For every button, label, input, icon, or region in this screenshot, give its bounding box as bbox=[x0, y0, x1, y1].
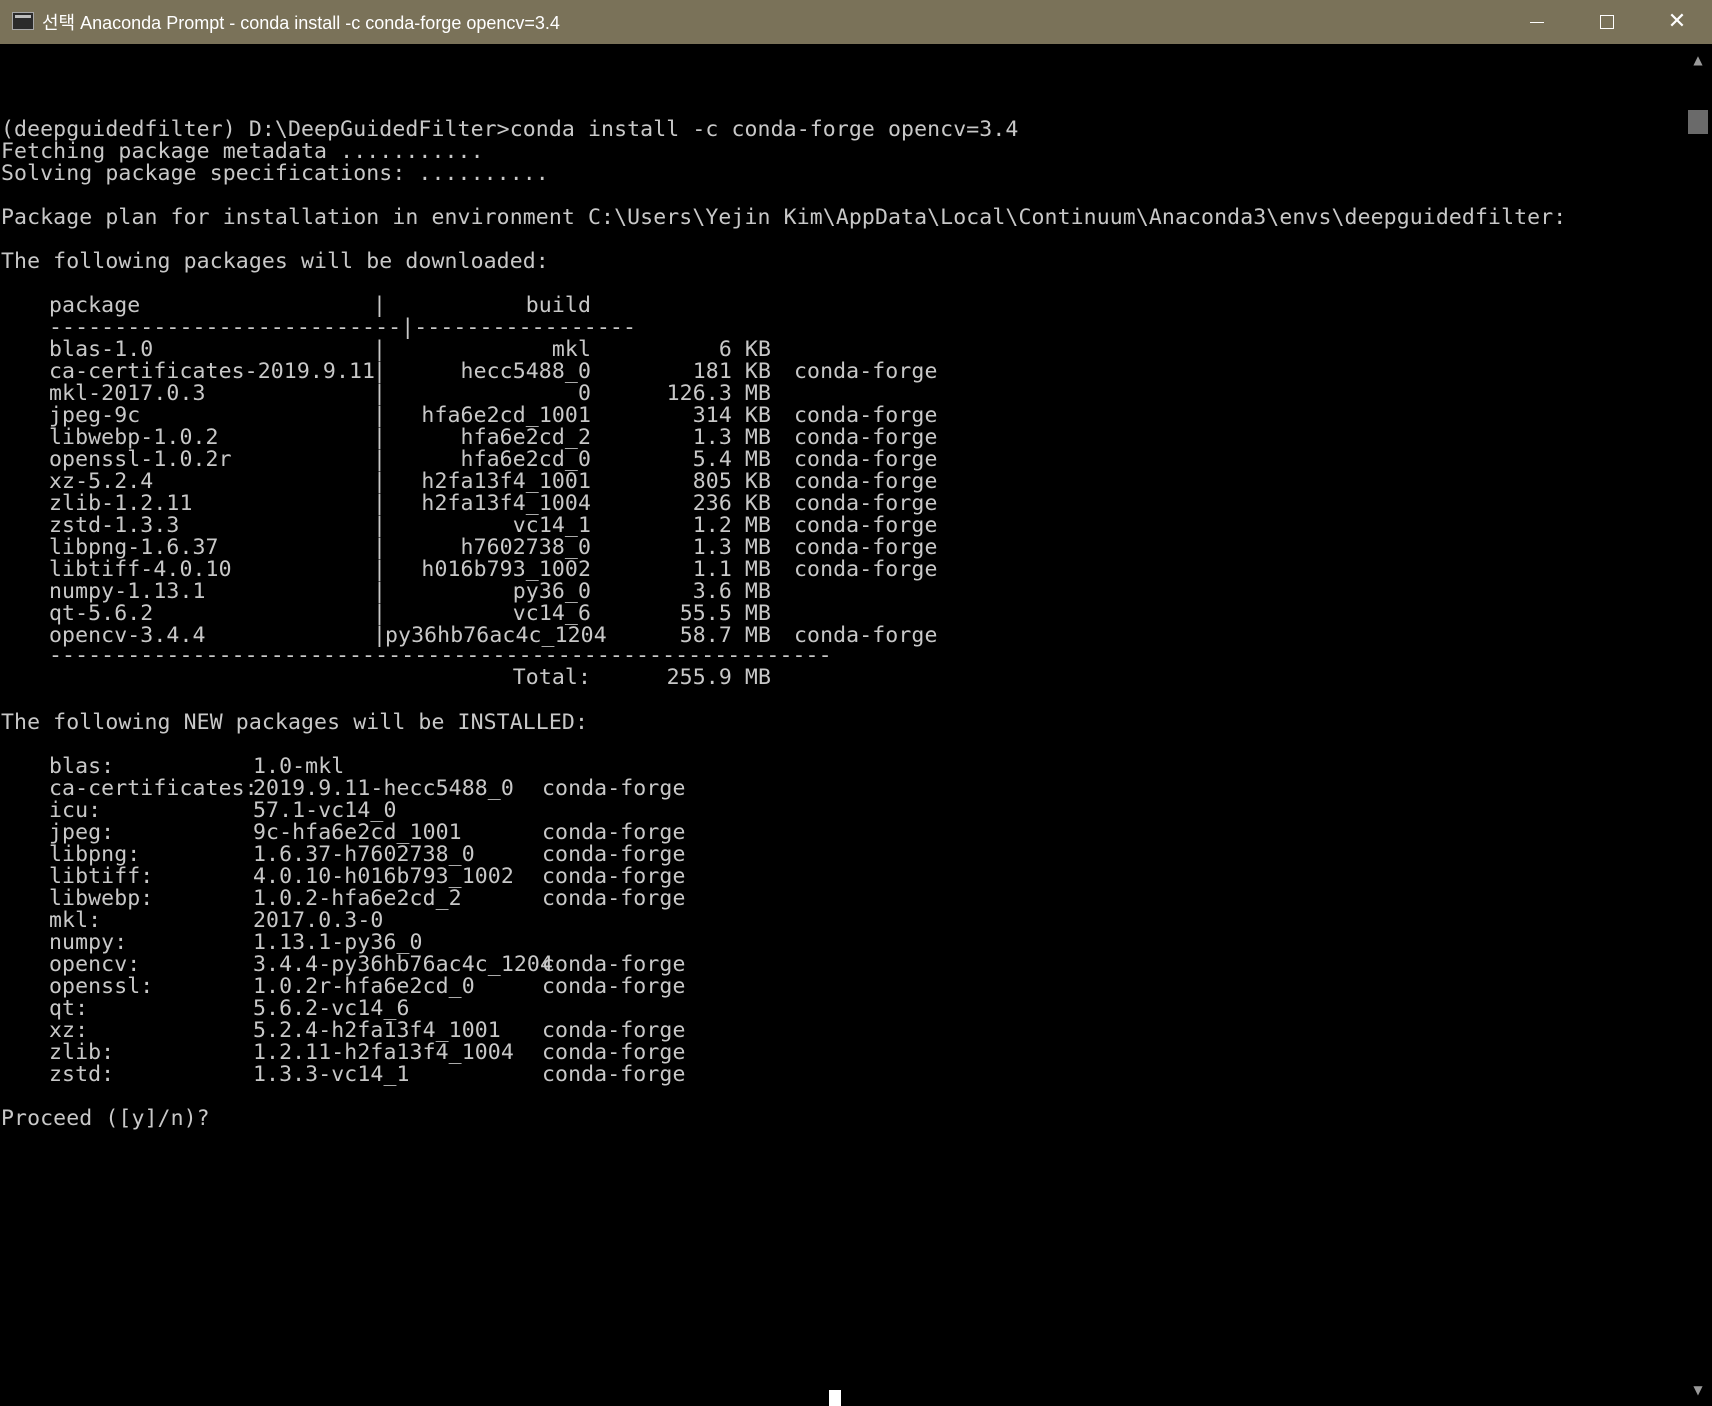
install-channel: conda-forge bbox=[542, 974, 686, 999]
install-channel: conda-forge bbox=[542, 886, 686, 911]
package-plan-line: Package plan for installation in environ… bbox=[1, 205, 1567, 230]
total-row: Total: 255.9 MB bbox=[1, 666, 901, 690]
download-build: hecc5488_0 bbox=[460, 359, 591, 384]
minimize-button[interactable] bbox=[1502, 0, 1572, 44]
terminal-icon bbox=[12, 12, 34, 30]
install-channel: conda-forge bbox=[542, 1062, 686, 1087]
vertical-scrollbar[interactable]: ▲ ▼ bbox=[1684, 44, 1712, 1406]
install-channel: conda-forge bbox=[542, 776, 686, 801]
total-value: 255.9 MB bbox=[666, 665, 771, 690]
close-icon: ✕ bbox=[1667, 9, 1687, 34]
install-row: ca-certificates: 2019.9.11-hecc5488_0 cond… bbox=[1, 777, 901, 801]
install-row: openssl: 1.0.2r-hfa6e2cd_0 conda-forge bbox=[1, 975, 901, 999]
scroll-thumb[interactable] bbox=[1688, 110, 1708, 134]
text-cursor bbox=[829, 1390, 841, 1406]
close-button[interactable]: ✕ bbox=[1642, 0, 1712, 44]
download-channel: conda-forge bbox=[794, 359, 938, 384]
maximize-button[interactable] bbox=[1572, 0, 1642, 44]
maximize-icon bbox=[1600, 15, 1614, 29]
terminal-output[interactable]: (deepguidedfilter) D:\DeepGuidedFilter>c… bbox=[0, 44, 1684, 1406]
scroll-up-icon[interactable]: ▲ bbox=[1684, 48, 1712, 72]
solving-line: Solving package specifications: ........… bbox=[1, 161, 549, 186]
scroll-down-icon[interactable]: ▼ bbox=[1684, 1378, 1712, 1402]
download-channel: conda-forge bbox=[794, 557, 938, 582]
install-row: zlib: 1.2.11-h2fa13f4_1004 conda-forge bbox=[1, 1041, 901, 1065]
proceed-prompt: Proceed ([y]/n)? bbox=[1, 1106, 210, 1131]
install-row: mkl: 2017.0.3-0 bbox=[1, 909, 901, 933]
install-heading: The following NEW packages will be INSTA… bbox=[1, 710, 588, 735]
window-title: 선택 Anaconda Prompt - conda install -c co… bbox=[42, 13, 560, 33]
minimize-icon bbox=[1530, 21, 1544, 23]
install-name: zstd: bbox=[49, 1062, 115, 1087]
install-row: zstd: 1.3.3-vc14_1 conda-forge bbox=[1, 1063, 901, 1087]
install-row: libwebp: 1.0.2-hfa6e2cd_2 conda-forge bbox=[1, 887, 901, 911]
title-bar[interactable]: 선택 Anaconda Prompt - conda install -c co… bbox=[0, 0, 1712, 44]
install-version: 1.3.3-vc14_1 bbox=[253, 1062, 410, 1087]
total-label: Total: bbox=[512, 665, 591, 690]
download-heading: The following packages will be downloade… bbox=[1, 249, 549, 274]
